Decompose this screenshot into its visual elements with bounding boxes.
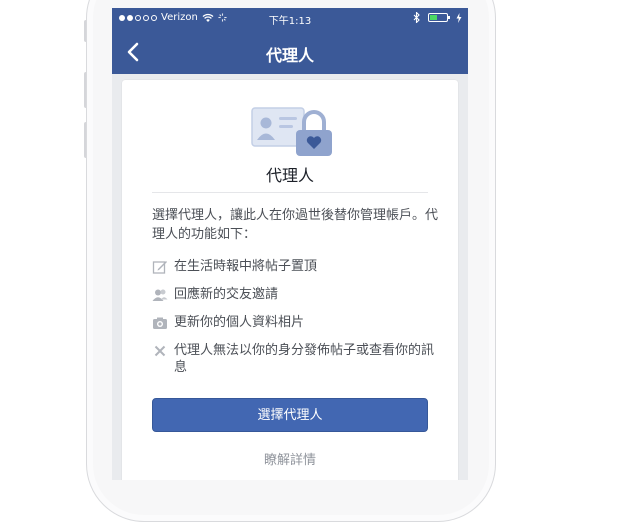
learn-more-link[interactable]: 瞭解詳情 xyxy=(122,449,458,468)
battery-icon xyxy=(428,13,450,22)
nav-bar: 代理人 xyxy=(112,30,468,74)
bluetooth-icon xyxy=(413,12,420,23)
battery-level xyxy=(430,15,437,20)
close-icon xyxy=(154,345,166,357)
feature-item-restriction: 代理人無法以你的身分發佈帖子或查看你的訊息 xyxy=(152,342,442,382)
feature-text: 在生活時報中將帖子置頂 xyxy=(174,259,318,274)
legacy-contact-card: 代理人 選擇代理人，讓此人在你過世後替你管理帳戶。代理人的功能如下： 在生活時報… xyxy=(122,80,458,480)
camera-icon xyxy=(153,317,167,329)
divider xyxy=(152,192,428,193)
feature-text: 回應新的交友邀請 xyxy=(174,287,279,302)
phone-screen: Verizon 下午1:13 代理人 代理人 選擇代理人，讓此人在你過世後替你管… xyxy=(112,8,468,480)
id-card-lock-icon xyxy=(251,107,332,156)
choose-legacy-contact-button[interactable]: 選擇代理人 xyxy=(152,398,428,432)
feature-text: 代理人無法以你的身分發佈帖子或查看你的訊息 xyxy=(174,343,435,375)
status-bar: Verizon 下午1:13 xyxy=(112,8,468,30)
card-title: 代理人 xyxy=(265,166,314,185)
nav-title: 代理人 xyxy=(265,46,314,65)
charging-bolt-icon xyxy=(456,12,462,23)
edit-icon xyxy=(152,261,167,274)
intro-text: 選擇代理人，讓此人在你過世後替你管理帳戶。代理人的功能如下： xyxy=(152,208,439,242)
status-right xyxy=(413,12,462,23)
friends-icon xyxy=(152,289,168,301)
feature-text: 更新你的個人資料相片 xyxy=(174,315,305,330)
